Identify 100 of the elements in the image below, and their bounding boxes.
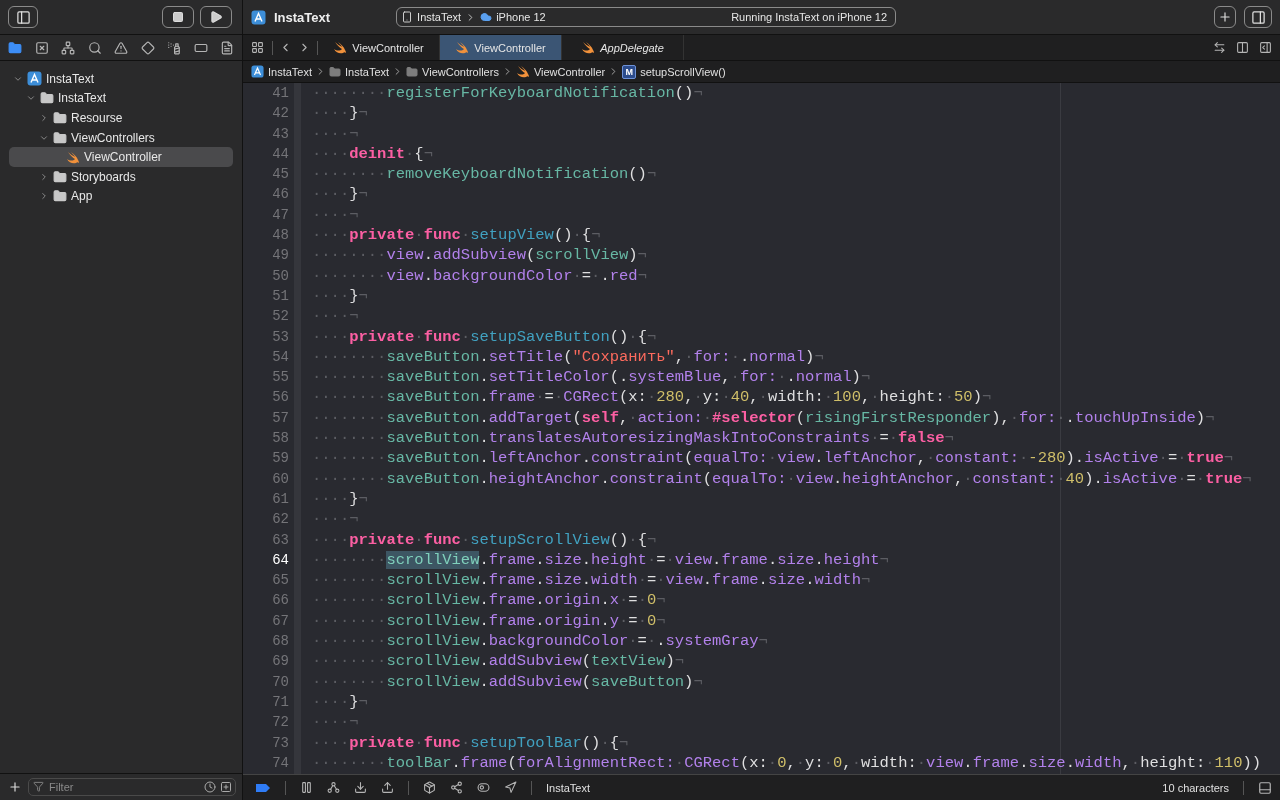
- line-number: 73: [272, 733, 289, 753]
- editor-tab[interactable]: ViewController: [440, 35, 562, 60]
- breadcrumb-item[interactable]: ViewController: [515, 65, 606, 78]
- code-line: ····¬: [312, 123, 360, 144]
- diamond-icon[interactable]: [140, 40, 155, 55]
- line-number: 56: [272, 388, 289, 408]
- step-out-icon[interactable]: [381, 781, 394, 794]
- step-into-icon[interactable]: [354, 781, 367, 794]
- panel-icon: [1250, 9, 1266, 25]
- toggle-icon[interactable]: [477, 781, 490, 794]
- line-number: 54: [272, 347, 289, 367]
- grid-icon[interactable]: [251, 41, 264, 54]
- run-button[interactable]: [200, 6, 232, 28]
- stop-button[interactable]: [162, 6, 194, 28]
- line-number: 71: [272, 692, 289, 712]
- code-line: ········saveButton.setTitleColor(.systemBlue,·for:·.normal)¬: [312, 367, 872, 388]
- code-line: ····¬: [312, 204, 360, 226]
- swap-icon[interactable]: [1213, 41, 1226, 54]
- hierarchy-icon[interactable]: [61, 40, 75, 55]
- inspector-toggle-button[interactable]: [1244, 6, 1272, 28]
- graph-icon[interactable]: [450, 781, 463, 794]
- folder-icon: [53, 189, 67, 204]
- code-line: ········saveButton.heightAnchor.constraint(equalTo:·view.heightAnchor,·constant:·40).isActive·=·true¬: [312, 468, 1253, 489]
- square-x-icon[interactable]: [34, 40, 49, 55]
- breadcrumb-item[interactable]: InstaText: [251, 65, 313, 78]
- code-line: ········saveButton.frame·=·CGRect(x:·280,·y:·40,·width:·100,·height:·50)¬: [312, 387, 993, 408]
- scheme-selector[interactable]: InstaText iPhone 12 Running InstaText on iPhone 12: [396, 7, 897, 27]
- code-line: ····private·func·setupToolBar()·{¬: [312, 732, 630, 753]
- code-line: ····¬: [312, 509, 360, 530]
- line-number: 47: [272, 205, 289, 225]
- swift-icon: [455, 41, 470, 54]
- document-icon[interactable]: [220, 40, 234, 55]
- code-line: ····private·func·setupSaveButton()·{¬: [312, 326, 658, 347]
- code-line: ········removeKeyboardNotification()¬: [312, 164, 658, 185]
- file-tree-item[interactable]: InstaText: [9, 88, 233, 109]
- sidebar-toggle-button[interactable]: [8, 6, 38, 28]
- code-line: ········view.addSubview(scrollView)¬: [312, 245, 648, 266]
- chevron-right-icon[interactable]: [39, 113, 49, 123]
- sidebar-icon: [15, 9, 31, 25]
- code-line: ········saveButton.leftAnchor.constraint(equalTo:·view.leftAnchor,·constant:·-280).isActive·=·true¬: [312, 448, 1235, 469]
- folder-icon[interactable]: [8, 40, 22, 55]
- file-tree-item[interactable]: Resourse: [9, 108, 233, 128]
- code-line: ········saveButton.translatesAutoresizingMaskIntoConstraints·=·false¬: [312, 428, 955, 449]
- add-icon[interactable]: [8, 780, 22, 794]
- code-line: ········scrollView.addSubview(textView)¬: [312, 651, 686, 672]
- location-icon[interactable]: [504, 781, 517, 794]
- line-number: 46: [272, 185, 289, 205]
- folder-icon: [329, 65, 342, 78]
- columns-icon[interactable]: [1236, 41, 1249, 54]
- code-line: ········scrollView.frame.origin.y·=·0¬: [312, 610, 667, 631]
- line-number: 64: [272, 550, 289, 570]
- breadcrumb-item[interactable]: InstaText: [329, 65, 390, 78]
- code-line: ····}¬: [312, 691, 369, 713]
- breadcrumb-item[interactable]: M setupScrollView(): [622, 64, 726, 79]
- code-line: ····private·func·setupView()·{¬: [312, 225, 602, 246]
- stop-icon: [172, 11, 184, 23]
- file-tree-item[interactable]: InstaText: [9, 69, 233, 89]
- package-icon[interactable]: [423, 781, 436, 794]
- file-tree-item[interactable]: ViewController: [9, 147, 233, 167]
- project-title: InstaText: [274, 9, 331, 25]
- chevron-right-icon[interactable]: [39, 171, 49, 182]
- file-tree-item[interactable]: ViewControllers: [9, 127, 233, 148]
- code-line: ········scrollView.backgroundColor·=·.systemGray¬: [312, 631, 769, 652]
- file-tree-item[interactable]: App: [9, 186, 233, 207]
- line-number: 42: [272, 104, 289, 124]
- run-status: Running InstaText on iPhone 12: [731, 11, 888, 23]
- clock-icon: [204, 781, 216, 793]
- code-line: ····¬: [312, 712, 360, 733]
- filter-icon: [33, 781, 44, 792]
- pause-icon[interactable]: [300, 781, 313, 794]
- selection-count: 10 characters: [1162, 781, 1229, 794]
- code-line: ········saveButton.setTitle("Сохранить",·for:·.normal)¬: [312, 346, 825, 368]
- line-number: 55: [272, 368, 289, 388]
- line-number: 50: [272, 266, 289, 286]
- add-button[interactable]: [1214, 6, 1236, 28]
- code-line: ········scrollView.frame.origin.x·=·0¬: [312, 590, 667, 611]
- filter-field[interactable]: Filter: [28, 778, 236, 796]
- app-icon: [251, 9, 266, 25]
- warning-icon[interactable]: [114, 40, 128, 55]
- search-icon[interactable]: [87, 40, 102, 55]
- swift-icon: [66, 150, 80, 164]
- line-number: 48: [272, 226, 289, 246]
- breadcrumb-item[interactable]: ViewControllers: [406, 65, 499, 78]
- swift-icon: [581, 41, 596, 54]
- breakpoints-toggle-icon[interactable]: [255, 782, 271, 793]
- line-number: 60: [272, 469, 289, 489]
- swift-icon: [333, 41, 348, 54]
- panel-toggle-icon[interactable]: [1258, 780, 1272, 795]
- chevron-right-icon[interactable]: [39, 191, 49, 202]
- line-number: 68: [272, 632, 289, 651]
- plus-icon: [1218, 10, 1232, 24]
- split-editor-icon[interactable]: [1259, 41, 1272, 54]
- scheme-target: InstaText: [417, 11, 462, 23]
- line-number: 57: [272, 408, 289, 428]
- project-icon: [27, 71, 42, 87]
- line-number: 59: [272, 449, 289, 469]
- spray-can-icon[interactable]: [167, 40, 181, 55]
- code-line: ····}¬: [312, 184, 369, 205]
- editor-tab[interactable]: AppDelegate: [562, 35, 684, 60]
- file-tree-item[interactable]: Storyboards: [9, 166, 233, 187]
